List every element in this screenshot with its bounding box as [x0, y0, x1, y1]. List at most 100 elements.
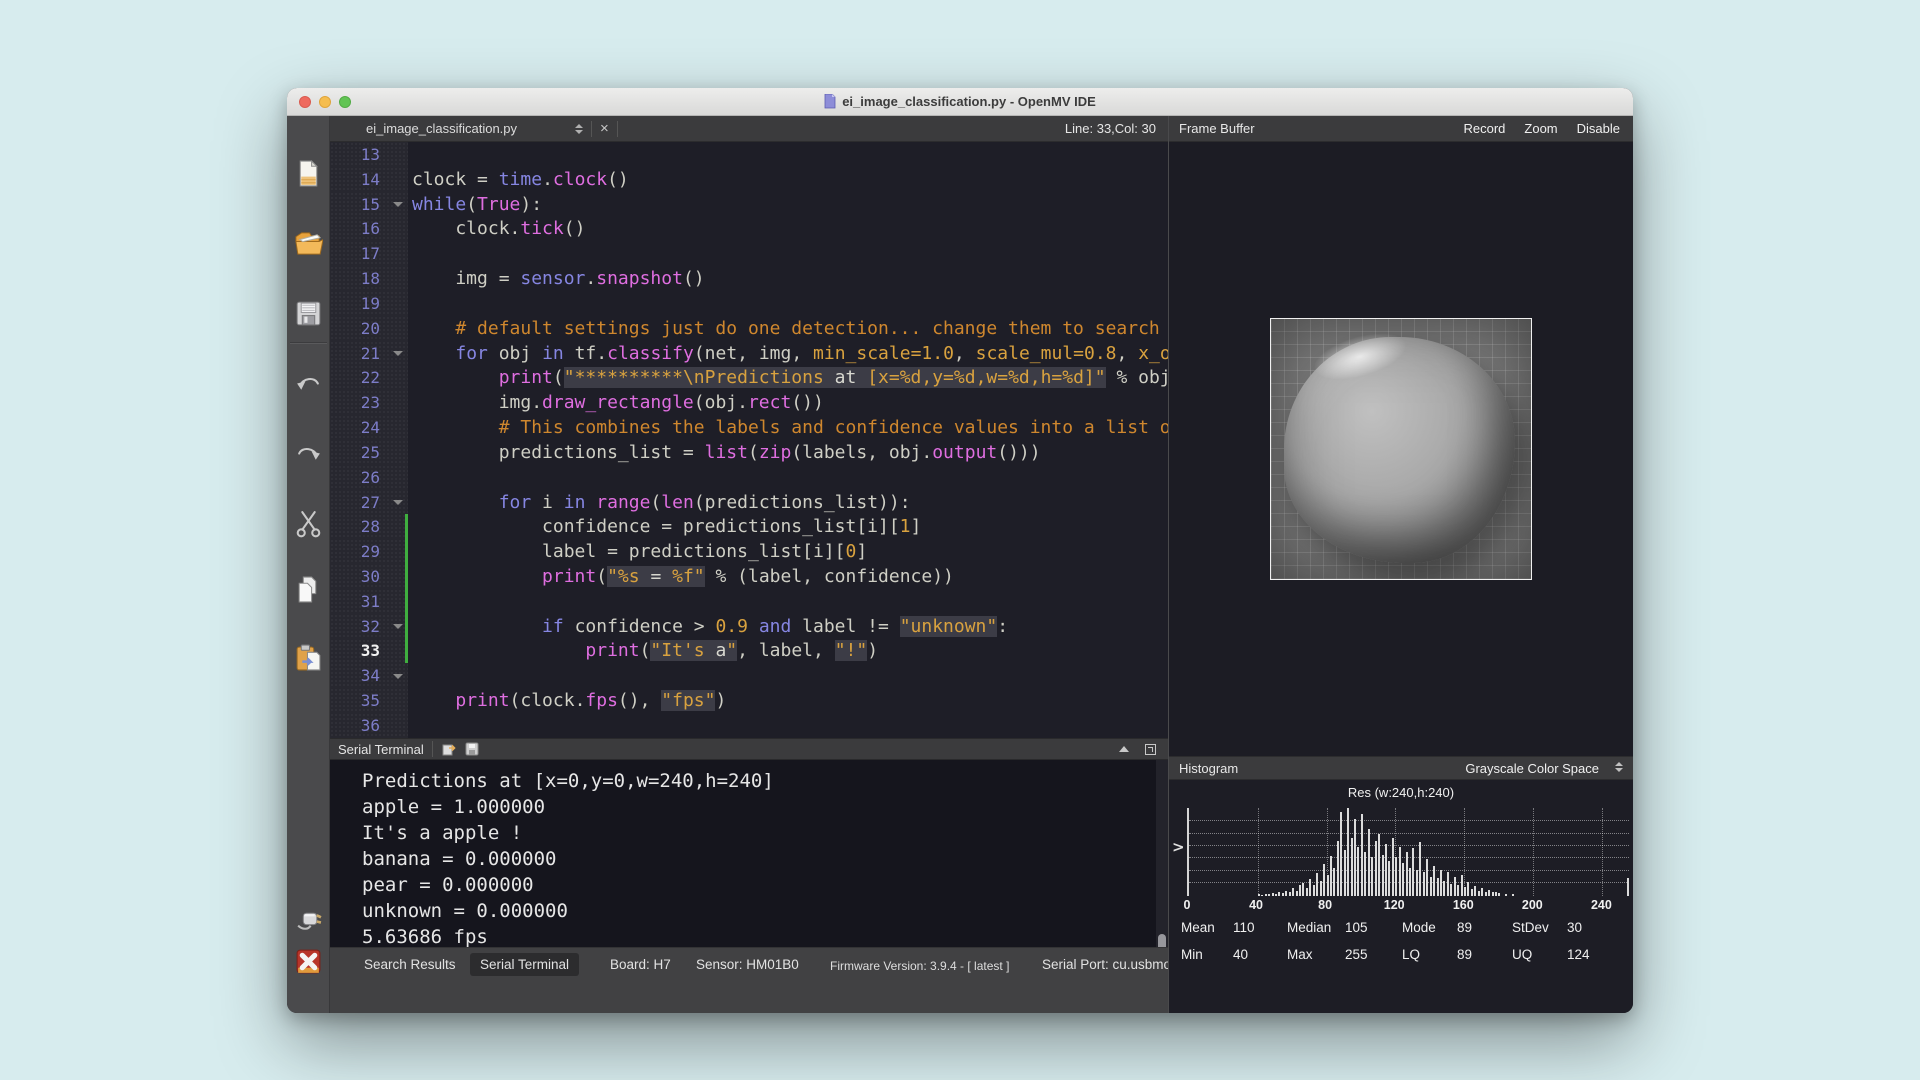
- save-file-button[interactable]: [293, 298, 324, 329]
- code-line[interactable]: 25 predictions_list = list(zip(labels, o…: [330, 439, 1168, 465]
- histogram-bar: [1467, 881, 1470, 896]
- gutter-cell: 31: [330, 588, 408, 614]
- editor-tabbar: ei_image_classification.py × Line: 33,Co…: [330, 116, 1168, 142]
- code-line[interactable]: 27 for i in range(len(predictions_list))…: [330, 489, 1168, 515]
- fold-marker-icon[interactable]: [393, 624, 403, 630]
- stat-value: 89: [1457, 920, 1473, 935]
- code-line[interactable]: 20 # default settings just do one detect…: [330, 315, 1168, 341]
- code-line[interactable]: 14 clock = time.clock(): [330, 166, 1168, 192]
- export-log-button[interactable]: [441, 742, 457, 756]
- code-line[interactable]: 32 if confidence > 0.9 and label != "unk…: [330, 613, 1168, 639]
- code-line[interactable]: 13: [330, 142, 1168, 167]
- code-line[interactable]: 29 label = predictions_list[i][0]: [330, 539, 1168, 565]
- terminal-line: pear = 0.000000: [362, 874, 534, 896]
- code-line[interactable]: 24 # This combines the labels and confid…: [330, 415, 1168, 440]
- line-number: 31: [360, 591, 380, 611]
- code-text: predictions_list = list(zip(labels, obj.…: [412, 441, 1041, 463]
- code-line[interactable]: 35 print(clock.fps(), "fps"): [330, 688, 1168, 714]
- zoom-window-button[interactable]: [339, 96, 351, 108]
- minimize-window-button[interactable]: [319, 96, 331, 108]
- code-line[interactable]: 30 print("%s = %f" % (label, confidence)…: [330, 564, 1168, 589]
- code-line[interactable]: 22 print("**********\nPredictions at [x=…: [330, 365, 1168, 391]
- code-line[interactable]: 28 confidence = predictions_list[i][1]: [330, 514, 1168, 540]
- tab-spinner-icon[interactable]: [575, 123, 584, 134]
- colorspace-select[interactable]: Grayscale Color Space: [1465, 761, 1599, 776]
- histogram-bar: [1309, 879, 1312, 896]
- axis-tick-label: 40: [1249, 898, 1264, 912]
- status-serial-terminal[interactable]: Serial Terminal: [470, 953, 580, 976]
- histogram-bar: [1302, 882, 1305, 896]
- gutter-cell: 34: [330, 663, 408, 689]
- undo-button[interactable]: [293, 368, 324, 399]
- colorspace-dropdown-icon[interactable]: [1615, 762, 1623, 772]
- code-line[interactable]: 17: [330, 241, 1168, 267]
- paste-button[interactable]: [293, 642, 324, 673]
- histogram-expand-icon[interactable]: >: [1172, 838, 1185, 856]
- status-search-results[interactable]: Search Results: [364, 957, 456, 972]
- code-line[interactable]: 34: [330, 663, 1168, 689]
- histogram-bar: [1384, 844, 1387, 896]
- connect-button[interactable]: [293, 906, 324, 937]
- gutter-cell: 13: [330, 142, 408, 167]
- close-window-button[interactable]: [299, 96, 311, 108]
- fold-marker-icon[interactable]: [393, 202, 403, 208]
- tab-close-icon[interactable]: ×: [600, 121, 609, 136]
- gutter-cell: 35: [330, 688, 408, 714]
- stop-script-button[interactable]: [293, 946, 324, 977]
- code-text: clock.tick(): [412, 218, 586, 240]
- stat-label: UQ: [1512, 947, 1533, 962]
- code-line[interactable]: 16 clock.tick(): [330, 216, 1168, 242]
- code-text: img.draw_rectangle(obj.rect()): [412, 392, 824, 414]
- frame-buffer-view[interactable]: [1169, 142, 1633, 756]
- status-board: Board: H7: [610, 957, 671, 972]
- code-line[interactable]: 33 print("It's a", label, "!"): [330, 638, 1168, 664]
- fold-marker-icon[interactable]: [393, 500, 403, 505]
- code-line[interactable]: 15 while(True):: [330, 191, 1168, 217]
- histogram-header: Histogram Grayscale Color Space: [1169, 756, 1633, 780]
- histogram-bar: [1357, 846, 1360, 896]
- code-line[interactable]: 31: [330, 588, 1168, 614]
- change-bar: [405, 514, 408, 540]
- line-number: 14: [360, 169, 380, 189]
- gutter-cell: 27: [330, 489, 408, 515]
- terminal-scrollbar[interactable]: [1156, 760, 1168, 975]
- fold-marker-icon[interactable]: [393, 351, 403, 357]
- code-line[interactable]: 18 img = sensor.snapshot(): [330, 266, 1168, 291]
- titlebar[interactable]: ei_image_classification.py - OpenMV IDE: [287, 88, 1633, 116]
- copy-button[interactable]: [293, 574, 324, 605]
- code-line[interactable]: 19: [330, 290, 1168, 316]
- histogram-bar: [1295, 890, 1298, 896]
- disable-button[interactable]: Disable: [1577, 121, 1620, 136]
- save-log-button[interactable]: [465, 742, 481, 756]
- serial-terminal-output[interactable]: Predictions at [x=0,y=0,w=240,h=240] appl…: [330, 760, 1168, 975]
- code-editor[interactable]: 13 14 clock = time.clock() 15 while(True): 16…: [330, 142, 1168, 738]
- histogram-bar: [1299, 885, 1301, 896]
- gutter-cell: 36: [330, 713, 408, 738]
- gutter-cell: 20: [330, 315, 408, 341]
- cut-button[interactable]: [293, 508, 324, 539]
- histogram-bar: [1450, 883, 1453, 896]
- detach-terminal-icon[interactable]: [1145, 743, 1156, 755]
- new-file-button[interactable]: [293, 158, 324, 189]
- histogram-bar: [1395, 857, 1398, 896]
- editor-tab[interactable]: ei_image_classification.py: [366, 121, 517, 136]
- redo-button[interactable]: [293, 438, 324, 469]
- collapse-terminal-icon[interactable]: [1119, 746, 1129, 752]
- line-number: 17: [360, 244, 380, 264]
- paste-icon: [296, 644, 321, 671]
- histogram-bar: [1457, 885, 1460, 896]
- zoom-button[interactable]: Zoom: [1524, 121, 1557, 136]
- fold-marker-icon[interactable]: [393, 673, 403, 679]
- code-text: img = sensor.snapshot(): [412, 268, 705, 290]
- code-line[interactable]: 23 img.draw_rectangle(obj.rect()): [330, 390, 1168, 416]
- open-file-button[interactable]: [293, 228, 324, 259]
- gutter-cell: 28: [330, 514, 408, 540]
- code-line[interactable]: 21 for obj in tf.classify(net, img, min_…: [330, 340, 1168, 366]
- code-line[interactable]: 26: [330, 464, 1168, 490]
- histogram-bar: [1391, 837, 1394, 896]
- stat-label: Median: [1287, 920, 1332, 935]
- stat-value: 105: [1345, 920, 1368, 935]
- code-line[interactable]: 36: [330, 713, 1168, 738]
- record-button[interactable]: Record: [1463, 121, 1505, 136]
- open-folder-icon: [295, 232, 323, 255]
